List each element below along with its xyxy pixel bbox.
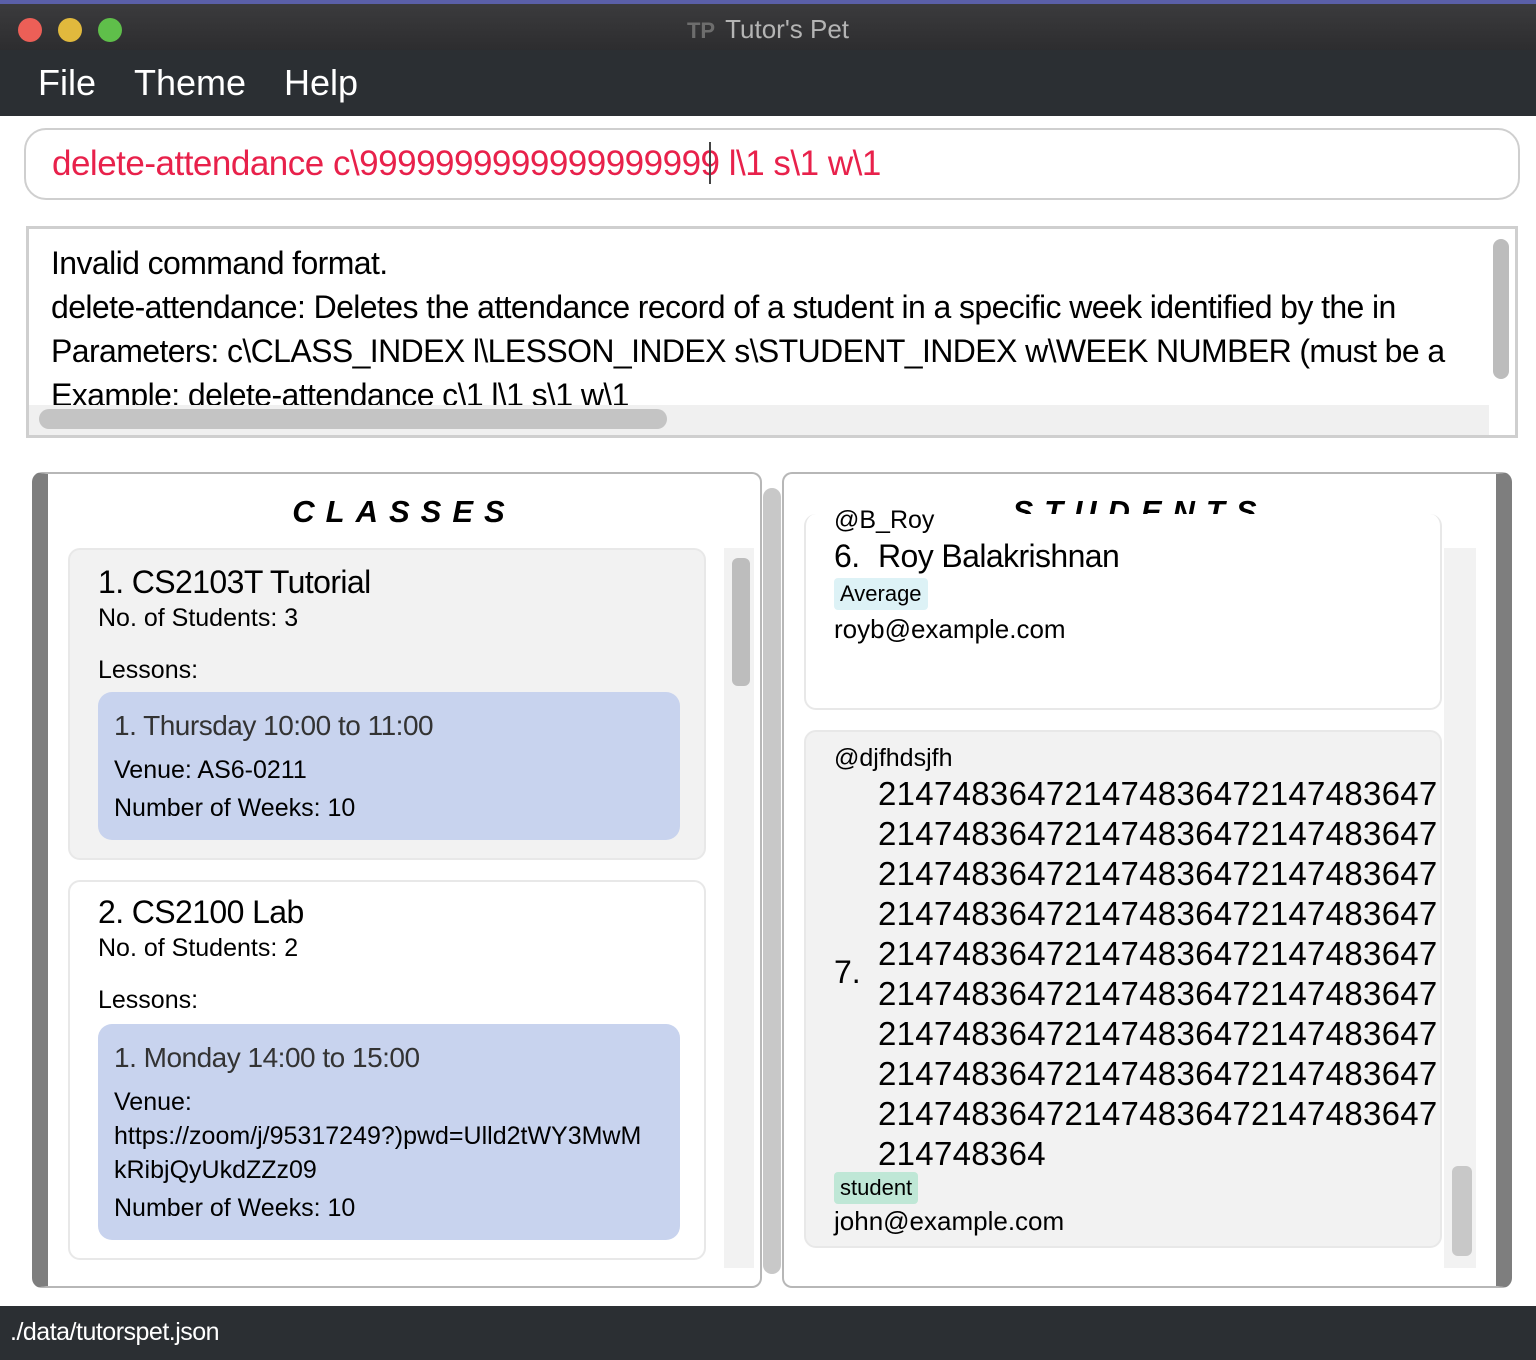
student-card[interactable]: @djfhdsjfh 7. 21474836472147483647214748… <box>804 730 1442 1248</box>
student-handle: @djfhdsjfh <box>834 744 953 772</box>
student-name: 214748364721474836472147483647 214748364… <box>878 774 1438 1174</box>
vertical-scrollbar-thumb[interactable] <box>1493 239 1509 379</box>
student-name-line: 214748364721474836472147483647 <box>878 1015 1438 1052</box>
classes-scrollbar-thumb[interactable] <box>732 558 750 686</box>
class-title: 2. CS2100 Lab <box>98 894 304 930</box>
lesson-venue-label: Venue: <box>114 1088 192 1116</box>
student-handle: @B_Roy <box>834 506 935 534</box>
student-name-line: 214748364721474836472147483647 <box>878 815 1438 852</box>
student-name-line: 214748364721474836472147483647 <box>878 935 1438 972</box>
student-index: 7. <box>834 954 861 990</box>
lesson-venue: Venue: AS6-0211 <box>114 756 307 784</box>
split-pane-divider[interactable] <box>763 488 781 1274</box>
lesson-time: 1. Monday 14:00 to 15:00 <box>114 1042 420 1073</box>
lessons-label: Lessons: <box>98 656 199 684</box>
menu-help[interactable]: Help <box>284 62 358 104</box>
app-logo-icon: TP <box>686 18 716 43</box>
student-tag: Average <box>834 578 928 610</box>
lessons-label: Lessons: <box>98 986 199 1014</box>
menu-theme[interactable]: Theme <box>134 62 246 104</box>
student-name-line: 214748364721474836472147483647 <box>878 775 1438 812</box>
student-email: john@example.com <box>834 1206 1065 1236</box>
lesson-card[interactable]: 1. Thursday 10:00 to 11:00 Venue: AS6-02… <box>98 692 680 840</box>
classes-panel-title: CLASSES <box>292 494 516 529</box>
student-email: royb@example.com <box>834 614 1066 644</box>
students-panel: STUDENTS @B_Roy 6. Roy Balakrishnan Aver… <box>782 472 1512 1288</box>
result-text: Invalid command format. delete-attendanc… <box>51 241 1445 417</box>
menu-bar: File Theme Help <box>0 50 1536 116</box>
student-name-line: 214748364721474836472147483647 <box>878 1095 1438 1132</box>
student-name-line: 214748364721474836472147483647 <box>878 1055 1438 1092</box>
student-name-line: 214748364 <box>878 1135 1046 1172</box>
student-index: 6. <box>834 538 860 574</box>
lesson-venue-url: https://zoom/j/95317249?)pwd=Ulld2tWY3Mw… <box>114 1122 642 1150</box>
horizontal-scrollbar-thumb[interactable] <box>39 409 667 429</box>
student-card[interactable]: @B_Roy 6. Roy Balakrishnan Average royb@… <box>804 506 1442 710</box>
result-line: delete-attendance: Deletes the attendanc… <box>51 289 1396 325</box>
class-title: 1. CS2103T Tutorial <box>98 564 371 600</box>
student-name-line: 214748364721474836472147483647 <box>878 855 1438 892</box>
student-name-line: 214748364721474836472147483647 <box>878 895 1438 932</box>
lesson-venue-url: kRibjQyUkdZZz09 <box>114 1156 317 1184</box>
command-input[interactable]: delete-attendance c\9999999999999999999 … <box>24 128 1520 200</box>
students-scrollbar-thumb[interactable] <box>1452 1166 1472 1256</box>
result-line: Parameters: c\CLASS_INDEX l\LESSON_INDEX… <box>51 333 1445 369</box>
text-caret <box>709 142 711 184</box>
title-bar: TP Tutor's Pet <box>0 0 1536 50</box>
class-card[interactable]: 1. CS2103T Tutorial No. of Students: 3 L… <box>68 548 706 860</box>
lesson-time: 1. Thursday 10:00 to 11:00 <box>114 710 434 741</box>
window-title-area: TP Tutor's Pet <box>0 14 1536 45</box>
command-input-text[interactable]: delete-attendance c\9999999999999999999 … <box>52 144 881 184</box>
student-tag: student <box>834 1172 919 1204</box>
class-card[interactable]: 2. CS2100 Lab No. of Students: 2 Lessons… <box>68 880 706 1260</box>
result-line: Invalid command format. <box>51 245 388 281</box>
student-name-line: 214748364721474836472147483647 <box>878 975 1438 1012</box>
lesson-weeks: Number of Weeks: 10 <box>114 794 356 822</box>
lesson-weeks: Number of Weeks: 10 <box>114 1194 356 1222</box>
status-bar: ./data/tutorspet.json <box>0 1306 1536 1360</box>
lesson-card[interactable]: 1. Monday 14:00 to 15:00 Venue: https://… <box>98 1024 680 1240</box>
student-name: Roy Balakrishnan <box>878 538 1120 574</box>
result-display[interactable]: Invalid command format. delete-attendanc… <box>26 226 1518 438</box>
students-scrollbar-track[interactable] <box>1444 548 1476 1268</box>
window-title: Tutor's Pet <box>725 14 850 44</box>
class-student-count: No. of Students: 3 <box>98 604 299 632</box>
classes-panel: CLASSES 1. CS2103T Tutorial No. of Stude… <box>32 472 762 1288</box>
class-student-count: No. of Students: 2 <box>98 934 299 962</box>
save-file-path: ./data/tutorspet.json <box>10 1318 220 1346</box>
menu-file[interactable]: File <box>38 62 96 104</box>
